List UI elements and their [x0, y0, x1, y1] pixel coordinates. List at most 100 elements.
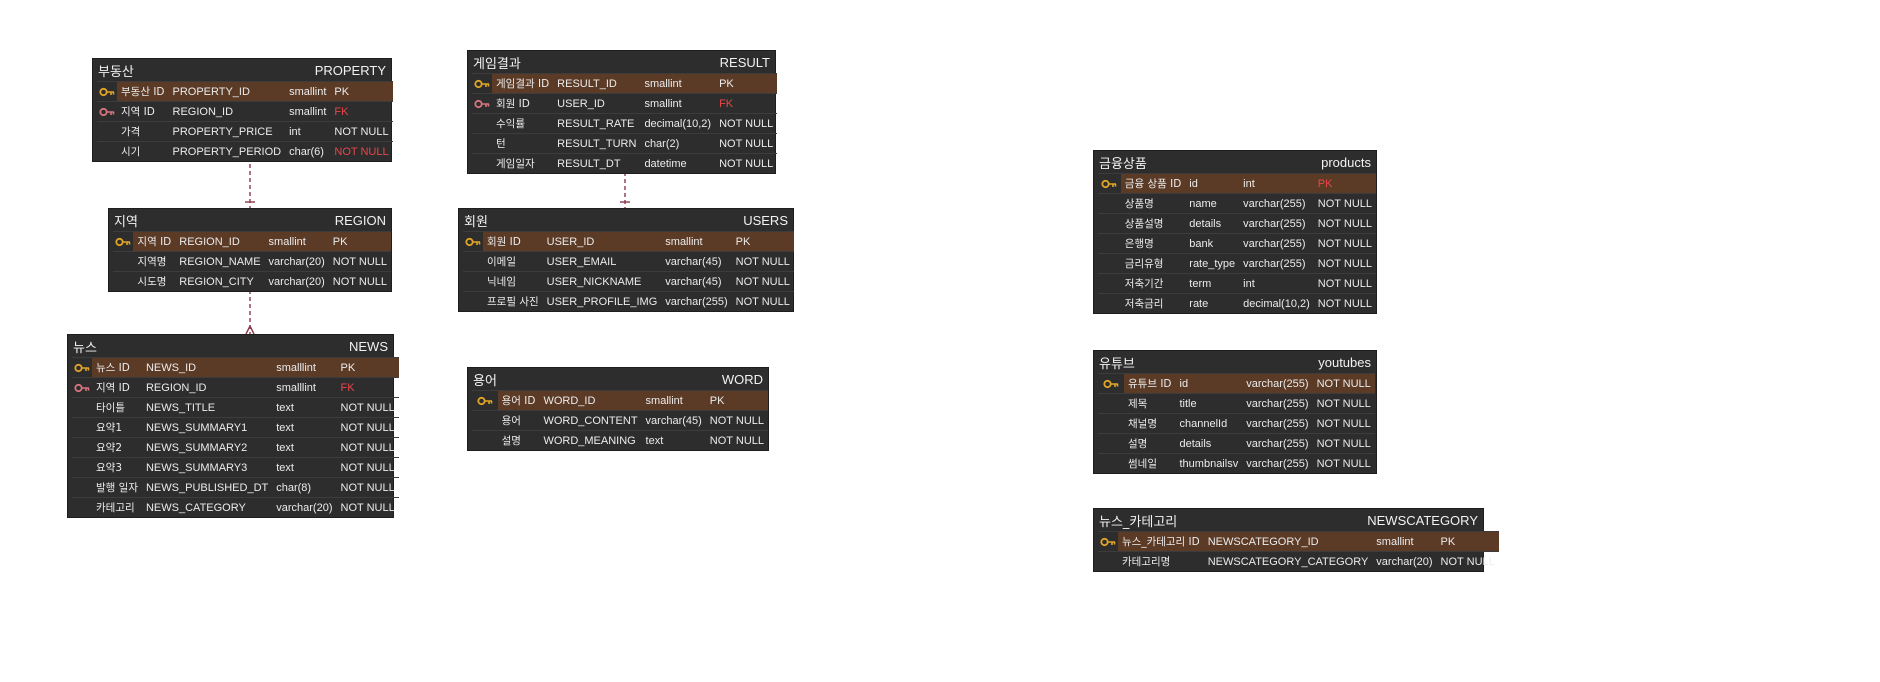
column-physical-name: details — [1175, 433, 1243, 454]
column-data-type: int — [285, 121, 331, 142]
column-row[interactable]: 상품명 name varchar(255) NOT NULL — [1098, 193, 1376, 214]
column-row[interactable]: 지역 ID REGION_ID smallint PK — [113, 231, 391, 252]
column-physical-name: NEWS_SUMMARY3 — [141, 457, 273, 478]
column-physical-name: id — [1185, 173, 1240, 194]
entity-newscategory[interactable]: 뉴스_카테고리 NEWSCATEGORY 뉴스_카테고리 ID NEWSCATEG… — [1093, 508, 1499, 572]
column-row[interactable]: 설명 details varchar(255) NOT NULL — [1098, 433, 1375, 454]
column-row[interactable]: 회원 ID USER_ID smallint PK — [463, 231, 794, 252]
column-row[interactable]: 상품설명 details varchar(255) NOT NULL — [1098, 213, 1376, 234]
entity-property[interactable]: 부동산 PROPERTY 부동산 ID PROPERTY_ID smallint PK… — [92, 58, 393, 162]
column-data-type: char(2) — [640, 133, 716, 154]
column-constraint: NOT NULL — [336, 437, 399, 458]
key-cell — [1098, 433, 1124, 454]
column-logical-name: 상품설명 — [1120, 213, 1186, 234]
column-logical-name: 지역 ID — [133, 231, 176, 252]
column-row[interactable]: 이메일 USER_EMAIL varchar(45) NOT NULL — [463, 251, 794, 272]
entity-result[interactable]: 게임결과 RESULT 게임결과 ID RESULT_ID smallint PK 회원… — [467, 50, 778, 174]
entity-word[interactable]: 용어 WORD 용어 ID WORD_ID smallint PK 용어 WORD_CON… — [467, 367, 769, 451]
entity-logical-name: 용어 — [473, 373, 497, 389]
column-row[interactable]: 발행 일자 NEWS_PUBLISHED_DT char(8) NOT NULL — [72, 477, 399, 498]
entity-physical-name: USERS — [743, 212, 788, 228]
column-row[interactable]: 수익률 RESULT_RATE decimal(10,2) NOT NULL — [472, 113, 778, 134]
entity-users[interactable]: 회원 USERS 회원 ID USER_ID smallint PK 이메일 USER_E… — [458, 208, 794, 312]
entity-region[interactable]: 지역 REGION 지역 ID REGION_ID smallint PK 지역명 REG… — [108, 208, 392, 292]
column-logical-name: 뉴스_카테고리 ID — [1118, 531, 1204, 552]
column-row[interactable]: 저축금리 rate decimal(10,2) NOT NULL — [1098, 293, 1376, 313]
column-logical-name: 수익률 — [492, 113, 554, 134]
column-row[interactable]: 지역명 REGION_NAME varchar(20) NOT NULL — [113, 251, 391, 272]
column-constraint: NOT NULL — [336, 497, 399, 517]
column-row[interactable]: 시기 PROPERTY_PERIOD char(6) NOT NULL — [97, 141, 393, 161]
column-physical-name: USER_EMAIL — [542, 251, 662, 272]
key-cell — [1098, 293, 1121, 313]
column-row[interactable]: 프로필 사진 USER_PROFILE_IMG varchar(255) NOT NU… — [463, 291, 794, 311]
key-cell — [472, 153, 492, 173]
column-logical-name: 이메일 — [483, 251, 543, 272]
column-row[interactable]: 지역 ID REGION_ID smallint FK — [97, 101, 393, 122]
column-row[interactable]: 뉴스_카테고리 ID NEWSCATEGORY_ID smallint PK — [1098, 531, 1499, 552]
entity-physical-name: RESULT — [719, 54, 770, 70]
key-cell — [72, 457, 92, 478]
column-row[interactable]: 턴 RESULT_TURN char(2) NOT NULL — [472, 133, 778, 154]
column-physical-name: REGION_ID — [141, 377, 273, 398]
column-row[interactable]: 카테고리명 NEWSCATEGORY_CATEGORY varchar(20) NOT… — [1098, 551, 1499, 571]
key-cell — [97, 141, 117, 161]
column-data-type: varchar(45) — [661, 271, 732, 292]
entity-header: 유튜브 youtubes — [1094, 351, 1376, 373]
column-row[interactable]: 용어 ID WORD_ID smallint PK — [472, 390, 768, 411]
column-row[interactable]: 가격 PROPERTY_PRICE int NOT NULL — [97, 121, 393, 142]
key-cell — [472, 410, 498, 431]
column-row[interactable]: 요약2 NEWS_SUMMARY2 text NOT NULL — [72, 437, 399, 458]
column-row[interactable]: 금융 상품 ID id int PK — [1098, 173, 1376, 194]
column-logical-name: 저축금리 — [1120, 293, 1186, 313]
column-physical-name: NEWS_SUMMARY2 — [141, 437, 273, 458]
entity-header: 금융상품 products — [1094, 151, 1376, 173]
primary-key-icon — [1098, 531, 1118, 552]
entity-physical-name: NEWSCATEGORY — [1367, 512, 1478, 528]
column-row[interactable]: 뉴스 ID NEWS_ID smalllint PK — [72, 357, 399, 378]
column-row[interactable]: 금리유형 rate_type varchar(255) NOT NULL — [1098, 253, 1376, 274]
column-constraint: NOT NULL — [1313, 293, 1376, 313]
key-cell — [463, 271, 483, 292]
column-row[interactable]: 유튜브 ID id varchar(255) NOT NULL — [1098, 373, 1375, 394]
column-row[interactable]: 제목 title varchar(255) NOT NULL — [1098, 393, 1375, 414]
column-physical-name: NEWSCATEGORY_ID — [1203, 531, 1373, 552]
column-row[interactable]: 설명 WORD_MEANING text NOT NULL — [472, 430, 768, 450]
column-row[interactable]: 요약3 NEWS_SUMMARY3 text NOT NULL — [72, 457, 399, 478]
column-constraint: NOT NULL — [328, 271, 391, 291]
column-row[interactable]: 부동산 ID PROPERTY_ID smallint PK — [97, 81, 393, 102]
column-row[interactable]: 게임결과 ID RESULT_ID smallint PK — [472, 73, 778, 94]
column-row[interactable]: 카테고리 NEWS_CATEGORY varchar(20) NOT NULL — [72, 497, 399, 517]
column-row[interactable]: 타이틀 NEWS_TITLE text NOT NULL — [72, 397, 399, 418]
column-row[interactable]: 저축기간 term int NOT NULL — [1098, 273, 1376, 294]
column-logical-name: 프로필 사진 — [483, 291, 543, 311]
column-row[interactable]: 게임일자 RESULT_DT datetime NOT NULL — [472, 153, 778, 173]
column-data-type: text — [641, 430, 706, 450]
entity-logical-name: 뉴스_카테고리 — [1099, 514, 1178, 530]
column-constraint: FK — [336, 377, 399, 398]
key-cell — [1098, 253, 1121, 274]
column-row[interactable]: 용어 WORD_CONTENT varchar(45) NOT NULL — [472, 410, 768, 431]
column-constraint: NOT NULL — [336, 477, 399, 498]
column-row[interactable]: 은행명 bank varchar(255) NOT NULL — [1098, 233, 1376, 254]
key-cell — [1098, 193, 1121, 214]
column-row[interactable]: 채널명 channelId varchar(255) NOT NULL — [1098, 413, 1375, 434]
entity-news[interactable]: 뉴스 NEWS 뉴스 ID NEWS_ID smalllint PK 지역 ID REGI… — [67, 334, 399, 518]
column-constraint: NOT NULL — [715, 153, 778, 173]
column-data-type: varchar(45) — [641, 410, 706, 431]
column-row[interactable]: 닉네임 USER_NICKNAME varchar(45) NOT NULL — [463, 271, 794, 292]
key-cell — [463, 291, 483, 311]
column-physical-name: PROPERTY_PERIOD — [168, 141, 286, 161]
column-constraint: NOT NULL — [1313, 213, 1376, 234]
entity-products[interactable]: 금융상품 products 금융 상품 ID id int PK 상품명 name varc… — [1093, 150, 1377, 314]
column-data-type: datetime — [640, 153, 716, 173]
column-row[interactable]: 회원 ID USER_ID smallint FK — [472, 93, 778, 114]
column-row[interactable]: 요약1 NEWS_SUMMARY1 text NOT NULL — [72, 417, 399, 438]
entity-physical-name: youtubes — [1318, 354, 1371, 370]
column-row[interactable]: 지역 ID REGION_ID smalllint FK — [72, 377, 399, 398]
entity-youtubes[interactable]: 유튜브 youtubes 유튜브 ID id varchar(255) NOT NUL… — [1093, 350, 1377, 474]
column-constraint: NOT NULL — [1436, 551, 1499, 571]
column-row[interactable]: 시도명 REGION_CITY varchar(20) NOT NULL — [113, 271, 391, 291]
column-row[interactable]: 썸네일 thumbnailsv varchar(255) NOT NULL — [1098, 453, 1375, 473]
primary-key-icon — [1098, 373, 1124, 394]
